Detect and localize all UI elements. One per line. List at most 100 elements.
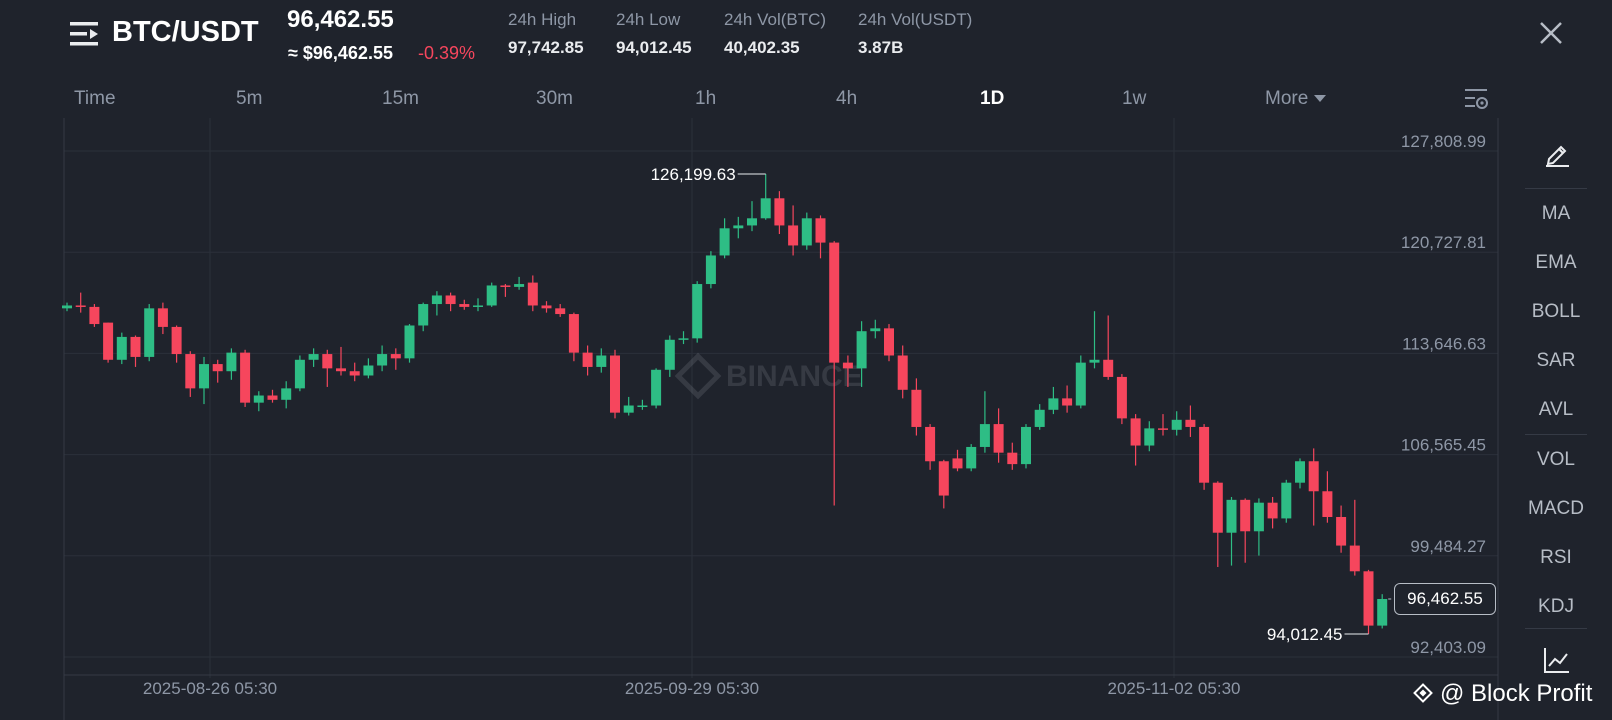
candle-body	[1377, 598, 1388, 626]
candle-body	[486, 285, 497, 306]
candle-body	[1021, 426, 1031, 465]
indicator-ema[interactable]: EMA	[1525, 252, 1587, 274]
candle-body	[1308, 461, 1319, 492]
candle	[500, 284, 511, 297]
stat-24h-low-label: 24h Low	[616, 10, 681, 29]
candle	[322, 349, 333, 387]
candle-body	[705, 255, 716, 285]
candle-body	[610, 355, 620, 413]
attribution-text: @ Block Profit	[1440, 680, 1593, 707]
tab-1d[interactable]: 1D	[980, 88, 1004, 110]
candle	[281, 381, 292, 409]
date-tick: 2025-09-29 05:30	[625, 679, 759, 698]
candle-body	[568, 314, 579, 353]
candle-body	[253, 395, 264, 403]
candle	[884, 324, 894, 362]
candle	[404, 324, 415, 363]
tab-time[interactable]: Time	[74, 88, 116, 110]
candle	[870, 319, 881, 339]
sidebar-divider	[1525, 628, 1587, 629]
chart-type-icon[interactable]	[1543, 646, 1571, 674]
candle	[1240, 498, 1251, 563]
indicator-vol[interactable]: VOL	[1525, 449, 1587, 471]
candle-body	[89, 306, 100, 325]
candle	[486, 282, 497, 307]
candle-body	[1158, 428, 1168, 430]
candle	[377, 345, 388, 372]
tab-1w[interactable]: 1w	[1122, 88, 1146, 110]
candle	[1212, 481, 1223, 568]
candle-body	[445, 295, 456, 305]
candle	[226, 348, 237, 380]
indicator-kdj[interactable]: KDJ	[1525, 596, 1587, 614]
candle-body	[774, 198, 785, 226]
candle-body	[1226, 499, 1237, 533]
candle	[1199, 424, 1210, 490]
candle-body	[1116, 376, 1127, 419]
candle-body	[788, 225, 799, 246]
usd-equivalent: ≈ $96,462.55	[288, 43, 393, 63]
candle-body	[842, 362, 853, 369]
candle	[1075, 355, 1086, 409]
indicator-sar[interactable]: SAR	[1525, 350, 1587, 372]
candlestick-chart[interactable]: BINANCE 127,808.99 120,727.81 113,646.63…	[0, 118, 1500, 720]
candle-body	[979, 424, 990, 447]
tab-15m[interactable]: 15m	[382, 88, 419, 110]
candle	[1062, 385, 1073, 413]
candle	[1089, 311, 1100, 369]
price-tick: 106,565.45	[1401, 436, 1486, 455]
menu-icon[interactable]	[70, 20, 100, 48]
indicator-avl[interactable]: AVL	[1525, 399, 1587, 421]
candle-body	[1034, 409, 1045, 427]
chart-settings-icon[interactable]	[1463, 86, 1489, 112]
candle-body	[870, 328, 881, 332]
candles	[62, 174, 1388, 634]
candle	[527, 275, 538, 312]
candle	[1185, 405, 1196, 437]
candle-body	[294, 359, 305, 389]
candle-body	[966, 446, 977, 469]
candle	[925, 424, 936, 470]
candle-body	[1336, 516, 1347, 546]
indicator-macd[interactable]: MACD	[1525, 498, 1587, 520]
candle	[568, 312, 579, 362]
candle-body	[582, 352, 593, 367]
candle	[294, 355, 305, 392]
candle-body	[1144, 428, 1155, 446]
stat-24h-high-label: 24h High	[508, 10, 577, 29]
indicator-boll[interactable]: BOLL	[1525, 301, 1587, 323]
tab-1h[interactable]: 1h	[695, 88, 716, 110]
candle	[938, 459, 949, 509]
indicator-rsi[interactable]: RSI	[1525, 547, 1587, 569]
tab-more[interactable]: More	[1265, 88, 1327, 110]
candle	[390, 348, 401, 370]
candle-body	[62, 305, 72, 309]
candle	[308, 348, 319, 367]
candle-body	[952, 458, 963, 469]
price-change-percent: -0.39%	[418, 43, 476, 63]
candle	[1130, 414, 1141, 466]
tab-30m[interactable]: 30m	[536, 88, 573, 110]
candle-body	[308, 354, 319, 360]
candle-body	[911, 389, 922, 427]
pencil-icon[interactable]	[1543, 139, 1571, 167]
candle-body	[130, 336, 141, 357]
stat-24h-vol-btc-label: 24h Vol(BTC)	[724, 10, 827, 29]
candle	[363, 358, 374, 379]
date-tick: 2025-11-02 05:30	[1108, 679, 1241, 698]
candle-body	[1075, 362, 1086, 406]
tab-5m[interactable]: 5m	[236, 88, 262, 110]
candle	[1308, 448, 1319, 526]
candle-body	[747, 218, 757, 226]
close-icon[interactable]	[1536, 18, 1566, 48]
candle-body	[856, 331, 867, 369]
candle-body	[75, 305, 86, 307]
candle	[89, 304, 100, 327]
candle	[733, 216, 744, 239]
indicator-ma[interactable]: MA	[1525, 203, 1587, 225]
candle	[130, 335, 141, 367]
candle-body	[363, 365, 374, 376]
trading-pair-title[interactable]: BTC/USDT	[112, 16, 259, 49]
tab-4h[interactable]: 4h	[836, 88, 857, 110]
candle	[774, 191, 785, 235]
